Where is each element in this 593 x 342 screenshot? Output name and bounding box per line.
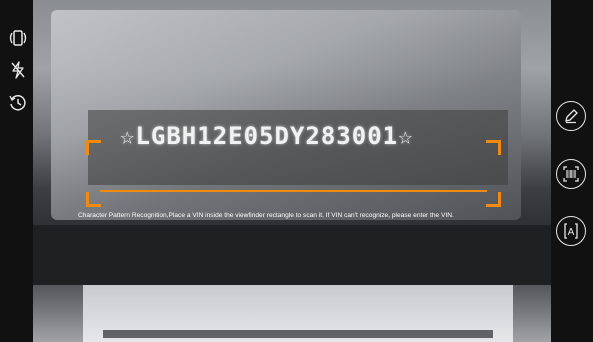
text-recognition-glyph: A: [568, 227, 575, 238]
camera-background: [103, 330, 493, 338]
left-toolbar: [0, 0, 33, 342]
rotate-screen-icon[interactable]: [8, 28, 28, 48]
edit-button[interactable]: [556, 101, 586, 131]
text-recognition-button[interactable]: A: [556, 216, 586, 246]
camera-background: [33, 225, 551, 285]
history-icon[interactable]: [8, 93, 28, 113]
scan-line: [100, 190, 487, 192]
scan-instruction: Character Pattern Recognition,Place a VI…: [78, 212, 454, 219]
flash-off-icon[interactable]: [8, 60, 28, 80]
viewfinder-corner: [486, 140, 501, 155]
viewfinder-rectangle: [86, 140, 501, 207]
viewfinder-corner: [86, 192, 101, 207]
edit-icon: [563, 108, 579, 124]
viewfinder-corner: [86, 140, 101, 155]
barcode-scan-button[interactable]: [556, 159, 586, 189]
barcode-scan-icon: [562, 165, 580, 183]
viewfinder-corner: [486, 192, 501, 207]
text-recognition-icon: A: [562, 222, 580, 240]
